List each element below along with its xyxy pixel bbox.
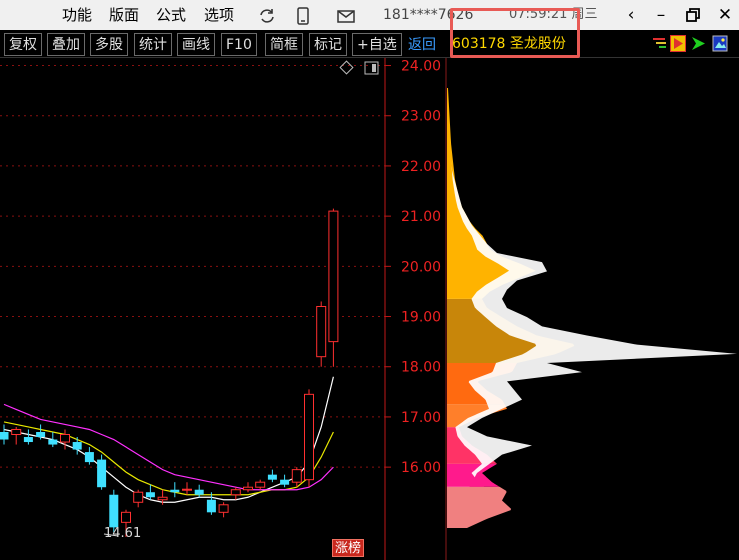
candle[interactable] <box>194 484 204 498</box>
volume-profile-chart[interactable] <box>447 58 739 560</box>
low-price-label: 14.61 <box>104 526 142 541</box>
y-tick-label: 23.00 <box>401 109 441 125</box>
y-tick-label: 17.00 <box>401 410 441 426</box>
tool-mark[interactable]: 标记 <box>309 33 347 56</box>
candle[interactable] <box>11 426 22 445</box>
candle[interactable] <box>304 389 314 488</box>
candle[interactable] <box>84 447 94 465</box>
candle[interactable] <box>170 482 180 498</box>
tool-restore-rights[interactable]: 复权 <box>4 33 42 56</box>
candle[interactable] <box>60 429 70 450</box>
tool-simple-frame[interactable]: 简框 <box>265 33 303 56</box>
play-signal-icon[interactable] <box>670 35 686 52</box>
menu-item-options[interactable]: 选项 <box>204 0 234 30</box>
candle[interactable] <box>280 474 290 488</box>
candle[interactable] <box>267 469 277 483</box>
highlight-box <box>450 8 580 58</box>
y-tick-label: 16.00 <box>401 460 441 476</box>
back-button[interactable]: 返回 <box>403 33 441 56</box>
tool-overlay[interactable]: 叠加 <box>47 33 85 56</box>
candle[interactable] <box>97 454 107 490</box>
menu-item-layout[interactable]: 版面 <box>109 0 139 30</box>
candle[interactable] <box>145 484 155 500</box>
chart-toolbar: 复权 叠加 多股 统计 画线 F10 简框 标记 +自选 返回 <box>0 30 739 58</box>
tool-multi-stock[interactable]: 多股 <box>90 33 128 56</box>
candle[interactable] <box>48 431 58 448</box>
y-tick-label: 18.00 <box>401 360 441 376</box>
back-arrow-icon[interactable]: ‹ <box>618 0 644 30</box>
candle[interactable] <box>243 482 253 493</box>
y-tick-label: 21.00 <box>401 209 441 225</box>
candle[interactable] <box>182 482 192 495</box>
y-tick-label: 19.00 <box>401 310 441 326</box>
panel-toggle-icon[interactable] <box>364 61 379 75</box>
menu-item-function[interactable]: 功能 <box>62 0 92 30</box>
restore-icon[interactable] <box>680 0 706 30</box>
candle[interactable] <box>328 208 339 367</box>
candlestick-chart[interactable]: 16.00 17.00 18.00 19.00 20.00 21.00 22.00 23.00… <box>0 58 447 560</box>
menu-item-formula[interactable]: 公式 <box>156 0 186 30</box>
minimize-icon[interactable]: – <box>648 0 674 30</box>
candle[interactable] <box>23 429 33 445</box>
title-bar: 功能 版面 公式 选项 181****7626 07:59:21 周三 ‹ – … <box>0 0 739 30</box>
phone-icon[interactable] <box>291 0 315 30</box>
tool-f10[interactable]: F10 <box>221 33 257 56</box>
tool-draw-line[interactable]: 画线 <box>177 33 215 56</box>
y-tick-label: 22.00 <box>401 159 441 175</box>
y-tick-label: 20.00 <box>401 259 441 275</box>
chart-settings-icon[interactable] <box>339 60 354 75</box>
candle[interactable] <box>133 489 144 508</box>
tool-add-watchlist[interactable]: +自选 <box>352 33 402 56</box>
candle[interactable] <box>230 487 241 500</box>
green-arrow-icon[interactable] <box>690 35 706 52</box>
candle[interactable] <box>218 502 229 518</box>
y-tick-label: 24.00 <box>401 59 441 75</box>
bar-chart-icon[interactable] <box>652 35 668 52</box>
close-icon[interactable]: ✕ <box>712 0 738 30</box>
profit-distribution <box>447 88 737 528</box>
candle[interactable] <box>206 492 216 515</box>
candle[interactable] <box>0 424 9 445</box>
refresh-icon[interactable] <box>255 0 279 30</box>
candle[interactable] <box>316 301 327 367</box>
volume-profile-core <box>447 486 492 528</box>
message-icon[interactable] <box>333 0 359 30</box>
candle[interactable] <box>255 479 266 490</box>
tool-statistics[interactable]: 统计 <box>134 33 172 56</box>
image-tool-icon[interactable] <box>712 35 728 52</box>
limit-up-badge[interactable]: 涨榜 <box>332 539 364 557</box>
